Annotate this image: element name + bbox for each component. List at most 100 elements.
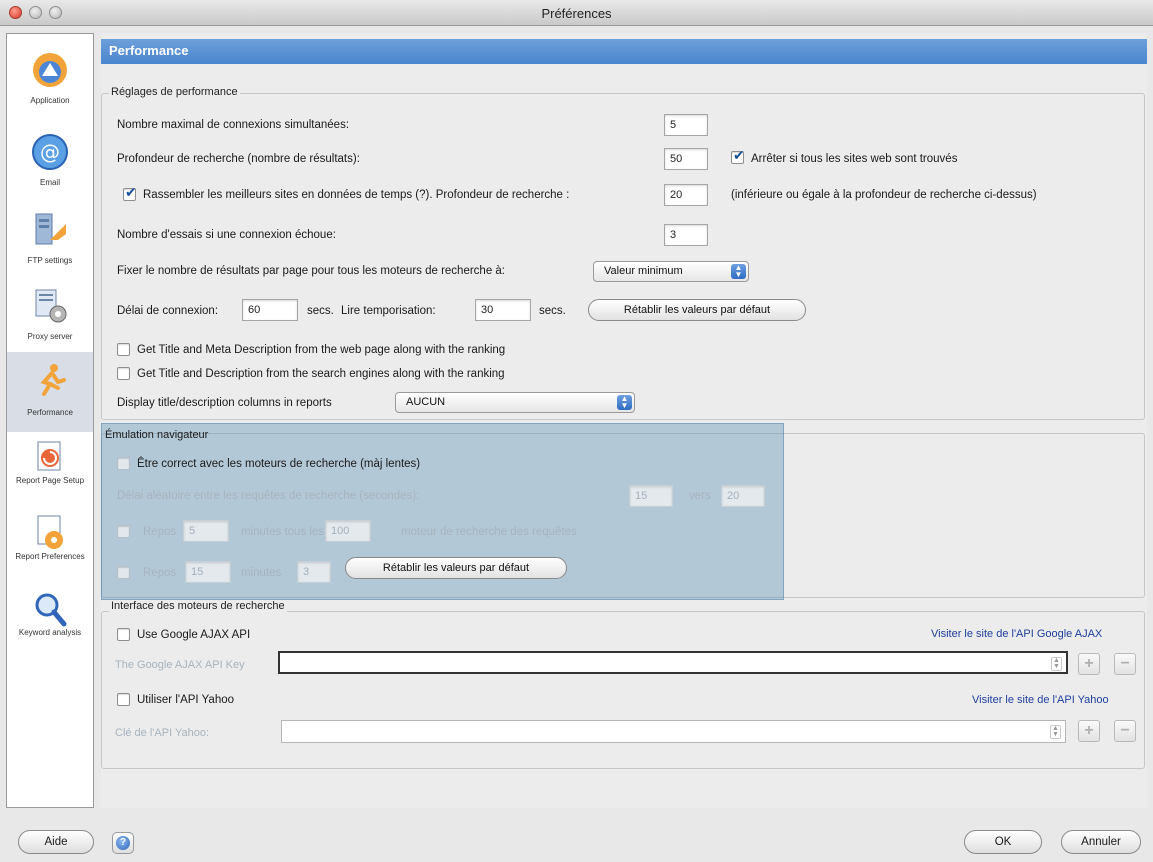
- emulation-reset-defaults-button[interactable]: Rétablir les valeurs par défaut: [345, 557, 567, 579]
- sidebar-item-label: Proxy server: [27, 332, 73, 341]
- connection-delay-field[interactable]: 60: [242, 299, 298, 321]
- rest-minutes-checkbox[interactable]: [117, 566, 130, 579]
- rest-requests-checkbox[interactable]: [117, 525, 130, 538]
- sidebar-item-label: Email: [39, 178, 60, 187]
- retries-label: Nombre d'essais si une connexion échoue:: [117, 229, 336, 241]
- polite-search-checkbox[interactable]: [117, 457, 130, 470]
- yahoo-key-field[interactable]: ▲ ▼: [281, 720, 1066, 743]
- search-depth-field[interactable]: 50: [664, 148, 708, 170]
- connection-delay-label: Délai de connexion:: [117, 305, 219, 317]
- rest-minutes-field[interactable]: 15: [185, 561, 231, 583]
- display-columns-label: Display title/description columns in rep…: [117, 397, 332, 409]
- results-per-page-select[interactable]: Valeur minimum ▲ ▼: [593, 261, 749, 282]
- google-key-spinner-icon: ▲ ▼: [1051, 657, 1062, 671]
- application-icon: [33, 53, 67, 87]
- section-header: Performance: [101, 39, 1147, 64]
- ok-button[interactable]: OK: [964, 830, 1042, 854]
- gather-depth-hint: (inférieure ou égale à la profondeur de …: [731, 189, 1037, 201]
- random-delay-from-field[interactable]: 15: [629, 485, 673, 507]
- sidebar-item-report-page-setup[interactable]: Report Page Setup: [7, 430, 93, 510]
- display-columns-select[interactable]: AUCUN ▲ ▼: [395, 392, 635, 413]
- rest-minutes-label: Repos: [143, 567, 177, 579]
- rest-requests-count-field[interactable]: 100: [325, 520, 371, 542]
- reset-defaults-button[interactable]: Rétablir les valeurs par défaut: [588, 299, 806, 321]
- select-arrows-icon: ▲ ▼: [731, 264, 746, 279]
- random-delay-to-field[interactable]: 20: [721, 485, 765, 507]
- select-arrows-icon: ▲ ▼: [617, 395, 632, 410]
- stop-when-found-checkbox[interactable]: [731, 147, 745, 164]
- gather-depth-field[interactable]: 20: [664, 184, 708, 206]
- use-google-ajax-checkbox[interactable]: [117, 628, 130, 641]
- emulation-group-title: Émulation navigateur: [105, 429, 209, 441]
- sidebar-item-label: Report Preferences: [15, 552, 85, 561]
- preferences-sidebar: Application @ Email FTP settings Proxy s…: [6, 33, 94, 808]
- performance-icon: [40, 364, 66, 396]
- report-page-icon: [37, 441, 61, 471]
- sidebar-item-performance[interactable]: Performance: [7, 352, 93, 432]
- proxy-icon: [35, 289, 67, 323]
- sidebar-item-proxy-server[interactable]: Proxy server: [7, 278, 93, 358]
- yahoo-key-label: Clé de l'API Yahoo:: [115, 727, 210, 739]
- sidebar-item-label: Application: [30, 96, 70, 105]
- google-ajax-site-link[interactable]: Visiter le site de l'API Google AJAX: [931, 628, 1102, 640]
- polite-search-label: Être correct avec les moteurs de recherc…: [137, 458, 421, 470]
- sidebar-item-label: FTP settings: [27, 256, 73, 265]
- rest-requests-end-label: moteur de recherche des requêtes: [401, 526, 577, 538]
- sidebar-item-label: Keyword analysis: [18, 628, 82, 637]
- sidebar-item-keyword-analysis[interactable]: Keyword analysis: [7, 582, 93, 662]
- report-preferences-icon: [37, 515, 63, 549]
- max-connections-field[interactable]: 5: [664, 114, 708, 136]
- email-icon: @: [32, 134, 68, 170]
- sidebar-item-email[interactable]: @ Email: [7, 124, 93, 204]
- gather-top-sites-checkbox[interactable]: [123, 184, 137, 201]
- help-button[interactable]: Aide: [18, 830, 94, 854]
- display-columns-value: AUCUN: [406, 396, 446, 408]
- random-delay-label: Délai aléatoire entre les requêtes de re…: [117, 490, 420, 502]
- google-key-field[interactable]: ▲ ▼: [278, 651, 1068, 674]
- help-icon-button[interactable]: ?: [112, 832, 134, 854]
- rest-minutes-count-field[interactable]: 3: [297, 561, 331, 583]
- rest-minutes-mid-label: minutes: [241, 567, 282, 579]
- title-bar: Préférences: [0, 0, 1153, 26]
- sidebar-item-label: Report Page Setup: [15, 476, 85, 485]
- stop-when-found-label: Arrêter si tous les sites web sont trouv…: [751, 153, 958, 165]
- google-key-remove-button[interactable]: −: [1114, 653, 1136, 675]
- sidebar-item-label: Performance: [27, 408, 73, 417]
- google-key-label: The Google AJAX API Key: [115, 659, 245, 671]
- gather-top-sites-label: Rassembler les meilleurs sites en donnée…: [143, 189, 570, 201]
- search-depth-label: Profondeur de recherche (nombre de résul…: [117, 153, 360, 165]
- yahoo-key-remove-button[interactable]: −: [1114, 720, 1136, 742]
- window-title: Préférences: [541, 6, 612, 21]
- search-engine-description-label: Get Title and Description from the searc…: [137, 368, 505, 380]
- search-engine-description-checkbox[interactable]: [117, 367, 130, 380]
- read-timeout-field[interactable]: 30: [475, 299, 531, 321]
- random-delay-to-label: vers: [689, 490, 711, 502]
- yahoo-key-add-button[interactable]: +: [1078, 720, 1100, 742]
- meta-description-checkbox[interactable]: [117, 343, 130, 356]
- rest-requests-minutes-field[interactable]: 5: [183, 520, 229, 542]
- google-key-add-button[interactable]: +: [1078, 653, 1100, 675]
- keyword-icon: [35, 593, 67, 627]
- results-per-page-value: Valeur minimum: [604, 265, 683, 277]
- main-panel: Performance Réglages de performance Nomb…: [101, 33, 1147, 808]
- use-yahoo-api-label: Utiliser l'API Yahoo: [137, 694, 235, 706]
- yahoo-api-site-link[interactable]: Visiter le site de l'API Yahoo: [972, 694, 1109, 706]
- rest-requests-mid-label: minutes tous les: [241, 526, 325, 538]
- sidebar-item-ftp-settings[interactable]: FTP settings: [7, 202, 93, 282]
- connection-delay-unit: secs.: [307, 305, 334, 317]
- sidebar-item-application[interactable]: Application: [7, 42, 93, 122]
- meta-description-label: Get Title and Meta Description from the …: [137, 344, 506, 356]
- use-google-ajax-label: Use Google AJAX API: [137, 629, 251, 641]
- performance-group-title: Réglages de performance: [109, 86, 240, 98]
- retries-field[interactable]: 3: [664, 224, 708, 246]
- cancel-button[interactable]: Annuler: [1061, 830, 1141, 854]
- ftp-icon: [35, 213, 66, 245]
- rest-requests-label: Repos: [143, 526, 177, 538]
- max-connections-label: Nombre maximal de connexions simultanées…: [117, 119, 350, 131]
- read-timeout-unit: secs.: [539, 305, 566, 317]
- question-icon: ?: [116, 836, 130, 850]
- sidebar-item-report-preferences[interactable]: Report Preferences: [7, 506, 93, 586]
- use-yahoo-api-checkbox[interactable]: [117, 693, 130, 706]
- search-engine-group-title: Interface des moteurs de recherche: [109, 600, 287, 612]
- svg-text:@: @: [40, 140, 60, 164]
